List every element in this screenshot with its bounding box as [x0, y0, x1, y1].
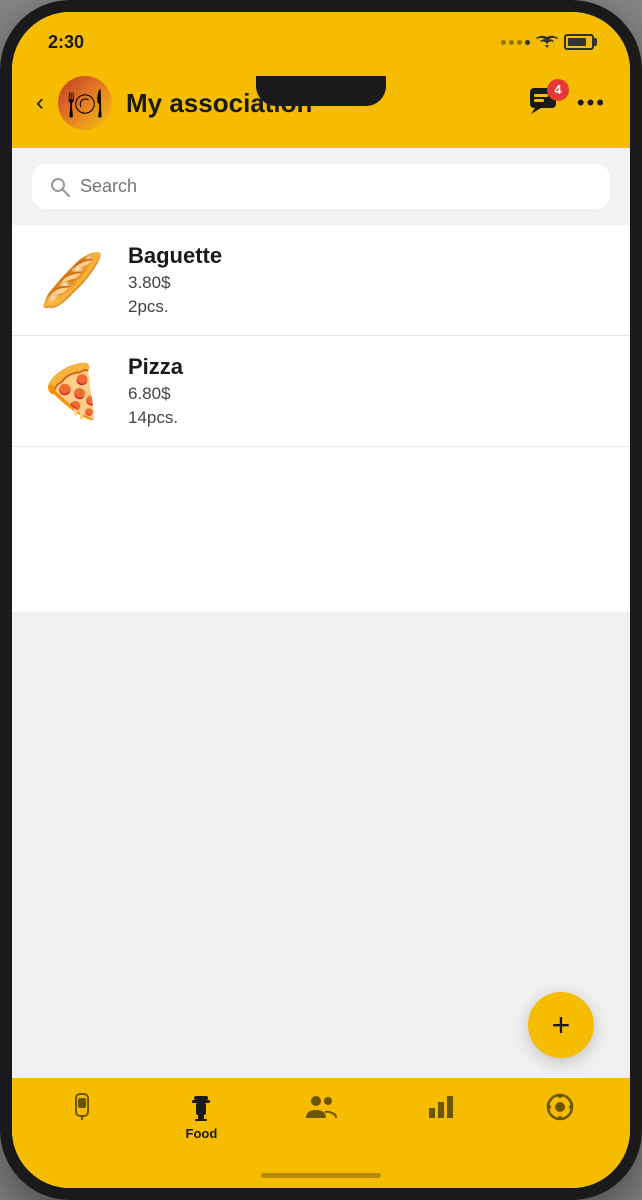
food-details-baguette: Baguette 3.80$ 2pcs.	[128, 243, 222, 317]
avatar: 🍽	[58, 76, 112, 130]
header-actions: 4 •••	[529, 87, 606, 120]
home-indicator	[261, 1173, 381, 1178]
food-item-pizza[interactable]: 🍕 Pizza 6.80$ 14pcs.	[12, 336, 630, 447]
wifi-icon	[536, 34, 558, 50]
content-area: 🥖 Baguette 3.80$ 2pcs. 🍕 Pizza 6.80$ 14p…	[12, 148, 630, 998]
people-icon	[305, 1092, 337, 1120]
more-button[interactable]: •••	[577, 90, 606, 116]
settings-icon	[545, 1092, 575, 1122]
food-nav-icon	[186, 1092, 216, 1122]
content-spacer	[12, 612, 630, 999]
fab-container: +	[12, 998, 630, 1078]
food-quantity-pizza: 14pcs.	[128, 408, 183, 428]
back-button[interactable]: ‹	[36, 89, 44, 117]
nav-item-settings[interactable]	[500, 1092, 620, 1126]
bottom-nav: Food	[12, 1078, 630, 1188]
notch	[256, 76, 386, 106]
phone-screen: 2:30 ‹	[12, 12, 630, 1188]
nav-item-food[interactable]: Food	[142, 1092, 262, 1141]
status-icons	[501, 34, 594, 50]
status-time: 2:30	[48, 32, 84, 53]
food-image-pizza: 🍕	[36, 355, 108, 427]
food-item-baguette[interactable]: 🥖 Baguette 3.80$ 2pcs.	[12, 225, 630, 336]
food-details-pizza: Pizza 6.80$ 14pcs.	[128, 354, 183, 428]
food-quantity-baguette: 2pcs.	[128, 297, 222, 317]
stats-icon	[427, 1092, 455, 1120]
drink-icon	[68, 1092, 96, 1122]
nav-label-food: Food	[186, 1126, 218, 1141]
signal-icon	[501, 40, 530, 45]
avatar-image: 🍽	[58, 76, 112, 130]
food-list: 🥖 Baguette 3.80$ 2pcs. 🍕 Pizza 6.80$ 14p…	[12, 225, 630, 612]
search-icon	[50, 177, 70, 197]
notification-badge: 4	[547, 79, 569, 101]
phone-frame: 2:30 ‹	[0, 0, 642, 1200]
search-input[interactable]	[80, 176, 592, 197]
nav-item-stats[interactable]	[381, 1092, 501, 1124]
search-container	[12, 148, 630, 225]
food-name-baguette: Baguette	[128, 243, 222, 269]
food-image-baguette: 🥖	[36, 244, 108, 316]
status-bar: 2:30	[12, 12, 630, 64]
battery-icon	[564, 34, 594, 50]
add-food-button[interactable]: +	[528, 992, 594, 1058]
food-name-pizza: Pizza	[128, 354, 183, 380]
food-price-pizza: 6.80$	[128, 384, 183, 404]
food-price-baguette: 3.80$	[128, 273, 222, 293]
nav-item-people[interactable]	[261, 1092, 381, 1124]
nav-item-drink[interactable]	[22, 1092, 142, 1126]
chat-button[interactable]: 4	[529, 87, 561, 120]
search-bar	[32, 164, 610, 209]
